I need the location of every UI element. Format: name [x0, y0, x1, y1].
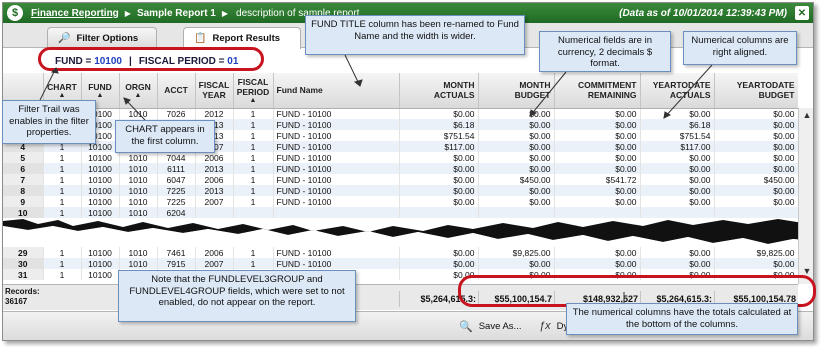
- callout-totals: The numerical columns have the totals ca…: [566, 303, 798, 335]
- callout-currency: Numerical fields are in currency, 2 deci…: [539, 31, 671, 72]
- callout-chart-first: CHART appears in the first column.: [115, 120, 215, 153]
- callout-fund-name: FUND TITLE column has been re-named to F…: [305, 15, 525, 55]
- callout-right-aligned: Numerical columns are right aligned.: [683, 31, 797, 65]
- callout-filter-trail: Filter Trail was enables in the filter p…: [2, 100, 96, 144]
- callout-fundlevel: Note that the FUNDLEVEL3GROUP and FUNDLE…: [118, 270, 356, 322]
